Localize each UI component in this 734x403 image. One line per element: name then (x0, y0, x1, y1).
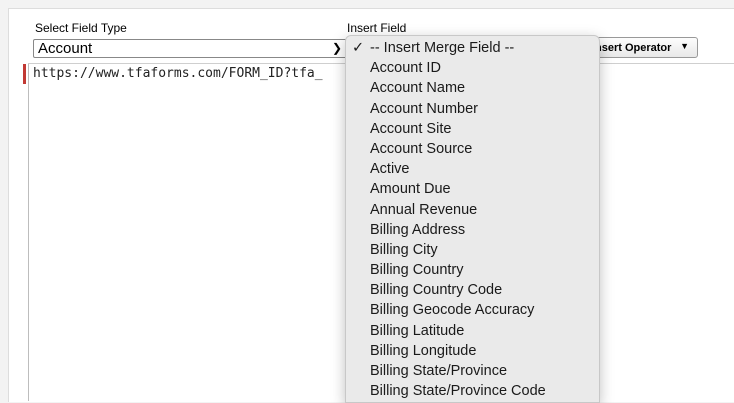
insert-field-option[interactable]: Billing Country (346, 260, 599, 280)
insert-field-option[interactable]: Account Name (346, 78, 599, 98)
option-label: Billing Longitude (370, 342, 477, 359)
insert-field-option[interactable]: Amount Due (346, 179, 599, 199)
insert-field-option[interactable]: Billing Geocode Accuracy (346, 300, 599, 320)
option-label: Annual Revenue (370, 201, 478, 218)
field-type-label: Select Field Type (35, 21, 127, 35)
insert-field-option[interactable]: Billing State/Province (346, 361, 599, 381)
option-label: Billing Address (370, 221, 466, 238)
insert-field-option[interactable]: Account Source (346, 139, 599, 159)
formula-text[interactable]: https://www.tfaforms.com/FORM_ID?tfa_ (33, 66, 323, 81)
insert-field-option[interactable]: Active (346, 159, 599, 179)
checkmark-icon: ✓ (352, 40, 365, 56)
option-label: -- Insert Merge Field -- (370, 40, 515, 56)
insert-field-label: Insert Field (347, 21, 407, 35)
option-label: Billing City (370, 241, 438, 258)
insert-field-option[interactable]: Account Site (346, 119, 599, 139)
option-label: Billing Geocode Accuracy (370, 302, 535, 319)
insert-field-dropdown[interactable]: ✓ -- Insert Merge Field -- Account ID Accou… (345, 35, 600, 403)
option-label: Active (370, 161, 410, 178)
insert-field-option[interactable]: Billing City (346, 240, 599, 260)
chevron-down-icon: ❯ (331, 41, 342, 55)
option-label: Account ID (370, 60, 441, 77)
insert-field-options: ✓ -- Insert Merge Field -- Account ID Accou… (346, 38, 599, 401)
insert-field-option[interactable]: Account Number (346, 99, 599, 119)
insert-field-option[interactable]: Billing Latitude (346, 321, 599, 341)
insert-field-option[interactable]: Account ID (346, 58, 599, 78)
option-label: Billing Latitude (370, 322, 465, 339)
insert-field-option[interactable]: Annual Revenue (346, 200, 599, 220)
insert-field-option[interactable]: Billing Longitude (346, 341, 599, 361)
option-label: Billing Country Code (370, 282, 503, 299)
option-label: Billing State/Province Code (370, 383, 546, 400)
option-label: Account Name (370, 80, 466, 97)
insert-field-option[interactable]: ✓ -- Insert Merge Field -- (346, 38, 599, 58)
insert-field-option[interactable]: Billing Country Code (346, 280, 599, 300)
option-label: Amount Due (370, 181, 451, 198)
required-indicator (23, 64, 26, 84)
insert-field-option[interactable]: Billing State/Province Code (346, 381, 599, 401)
option-label: Billing Country (370, 262, 464, 279)
option-label: Account Number (370, 100, 478, 117)
field-type-select[interactable]: Account ❯ (33, 39, 349, 58)
dropdown-arrow-icon: ▼ (680, 41, 689, 51)
insert-field-option[interactable]: Billing Address (346, 220, 599, 240)
option-label: Billing State/Province (370, 363, 508, 379)
insert-operator-label: nsert Operator (595, 42, 672, 54)
option-label: Account Site (370, 120, 452, 137)
field-type-value: Account (38, 40, 93, 57)
option-label: Account Source (370, 140, 473, 157)
